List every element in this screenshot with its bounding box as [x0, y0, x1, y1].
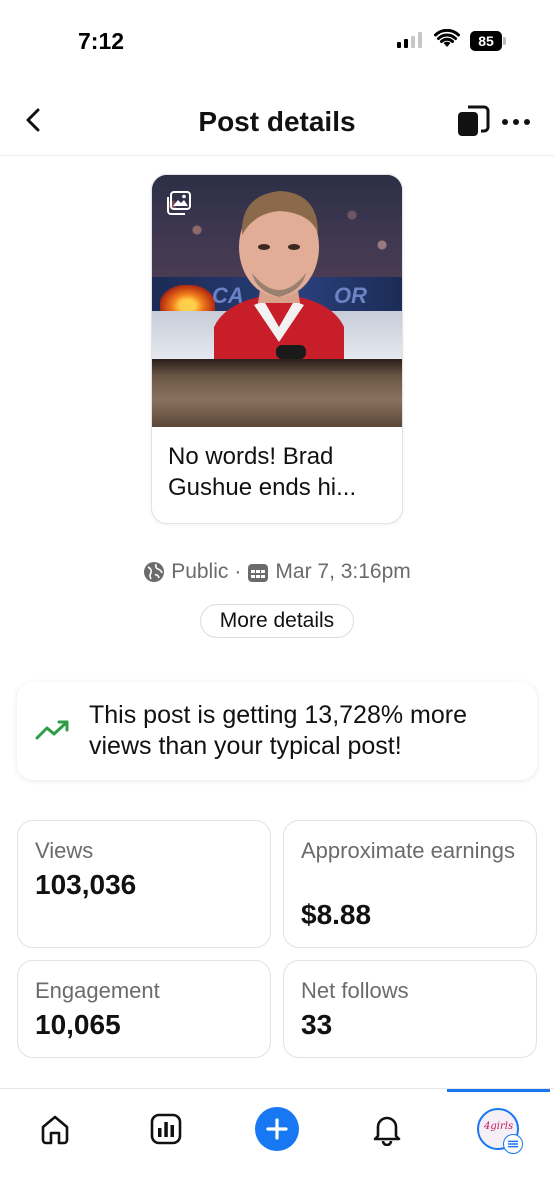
battery-icon: 85: [470, 31, 506, 51]
net-follows-value: 33: [301, 1009, 333, 1040]
earnings-label: Approximate earnings: [301, 838, 516, 863]
bell-icon: [373, 1116, 401, 1146]
calendar-icon: [248, 564, 269, 582]
person-figure: [214, 191, 344, 359]
post-date: Mar 7, 3:16pm: [275, 560, 411, 583]
bottom-navigation: 4girls: [0, 1088, 554, 1200]
nav-profile[interactable]: 4girls: [473, 1107, 523, 1154]
visibility-label: Public: [171, 560, 229, 583]
engagement-stat-card[interactable]: Engagement 10,065: [17, 960, 271, 1058]
active-tab-indicator: [447, 1089, 550, 1092]
header: Post details: [0, 90, 554, 156]
more-details-button[interactable]: More details: [200, 604, 354, 638]
post-image: CA OR RIBS: [152, 175, 402, 427]
net-follows-label: Net follows: [301, 978, 409, 1003]
cellular-signal-icon: [397, 32, 422, 48]
more-options-button[interactable]: [502, 112, 538, 132]
nav-home[interactable]: [30, 1107, 80, 1151]
views-label: Views: [35, 838, 94, 863]
net-follows-stat-card[interactable]: Net follows 33: [283, 960, 537, 1058]
earnings-stat-card[interactable]: Approximate earnings $8.88: [283, 820, 537, 948]
nav-insights[interactable]: [141, 1107, 191, 1151]
globe-icon: [144, 562, 165, 582]
post-preview-card[interactable]: CA OR RIBS No words! Brad Gushue ends hi…: [151, 174, 403, 524]
plus-icon: [266, 1118, 288, 1140]
insight-text: This post is getting 13,728% more views …: [89, 701, 467, 760]
engagement-label: Engagement: [35, 978, 160, 1003]
engagement-value: 10,065: [35, 1009, 121, 1040]
post-caption: No words! Brad Gushue ends hi...: [168, 443, 357, 501]
nav-notifications[interactable]: [362, 1107, 412, 1151]
status-time: 7:12: [78, 28, 125, 54]
views-stat-card[interactable]: Views 103,036: [17, 820, 271, 948]
earnings-value: $8.88: [301, 899, 372, 930]
copy-icon[interactable]: [456, 104, 492, 138]
create-button[interactable]: [255, 1107, 299, 1151]
battery-level: 85: [470, 31, 502, 51]
home-icon: [41, 1115, 69, 1145]
performance-insight-banner: This post is getting 13,728% more views …: [17, 682, 537, 780]
profile-avatar[interactable]: 4girls: [477, 1108, 523, 1154]
nav-create[interactable]: [252, 1107, 302, 1151]
insights-icon: [150, 1113, 182, 1145]
menu-icon: [503, 1134, 523, 1154]
status-bar: 7:12 85: [0, 0, 554, 80]
meta-separator: ·: [234, 560, 242, 583]
views-value: 103,036: [35, 869, 137, 900]
image-type-icon: [167, 191, 191, 215]
post-meta: Public · Mar 7, 3:16pm: [0, 560, 554, 584]
trending-up-icon: [35, 720, 69, 740]
avatar-text: 4girls: [484, 1121, 514, 1132]
wifi-icon: [434, 29, 460, 47]
